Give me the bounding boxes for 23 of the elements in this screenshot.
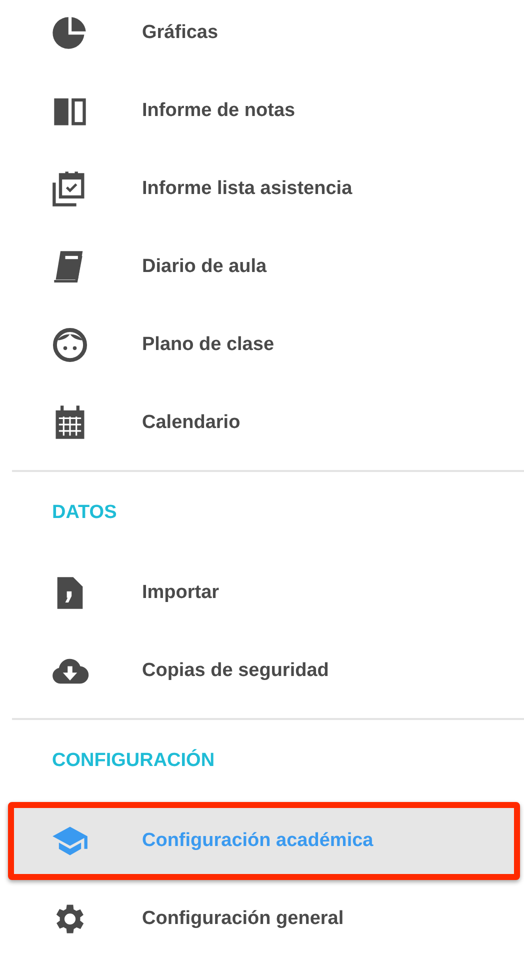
menu-item[interactable]: Copias de seguridad	[0, 632, 524, 710]
menu-item[interactable]: Gráficas	[0, 0, 524, 72]
menu-item[interactable]: Calendario	[0, 384, 524, 462]
menu-item-label: Gráficas	[142, 22, 218, 44]
menu-item-label: Diario de aula	[142, 256, 267, 278]
menu-item-label: Calendario	[142, 412, 240, 434]
section-header: CONFIGURACIÓN	[51, 748, 216, 773]
menu-item[interactable]: Plano de clase	[0, 306, 524, 384]
section-header: DATOS	[51, 501, 118, 525]
menu-item[interactable]: Importar	[0, 554, 524, 632]
menu-item-label: Configuración académica	[142, 830, 374, 852]
menu-item[interactable]: Informe lista asistencia	[0, 150, 524, 228]
face-icon	[51, 326, 89, 364]
menu-item[interactable]: Configuración general	[0, 880, 524, 958]
menu-item-label: Informe lista asistencia	[142, 178, 352, 200]
menu-item-label: Plano de clase	[142, 334, 274, 356]
menu-item[interactable]: Informe de notas	[0, 72, 524, 150]
menu-item[interactable]: Diario de aula	[0, 228, 524, 306]
pie-chart-icon	[51, 14, 89, 52]
menu-item-label: Importar	[142, 582, 220, 604]
menu-item-label: Copias de seguridad	[142, 660, 329, 682]
menu-item-label: Configuración general	[142, 908, 344, 930]
menu-item-label: Informe de notas	[142, 100, 296, 122]
